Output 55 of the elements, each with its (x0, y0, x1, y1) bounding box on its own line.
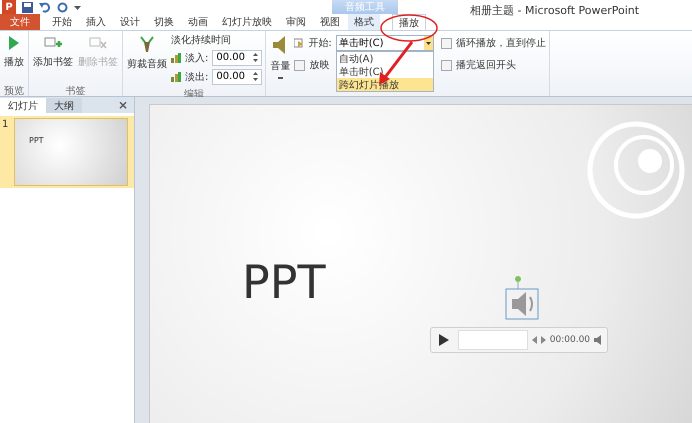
start-dropdown[interactable]: 单击时(C) (336, 35, 434, 51)
redo-icon[interactable] (57, 2, 68, 12)
ribbon-tab[interactable]: 动画 (182, 14, 214, 30)
group-label: 书签 (64, 84, 86, 96)
undo-icon[interactable] (39, 2, 51, 12)
play-icon (8, 35, 20, 51)
ribbon-tab[interactable]: 格式 (348, 14, 380, 30)
customize-caret-icon[interactable] (74, 4, 81, 10)
ribbon-tab[interactable]: 开始 (46, 14, 78, 30)
ribbon-tab[interactable]: 播放 (392, 14, 426, 30)
ribbon-tab[interactable]: 文件 (0, 14, 40, 30)
checkbox[interactable] (440, 60, 452, 70)
slide-number: 1 (1, 118, 10, 132)
ribbon-tab[interactable]: 审阅 (280, 14, 312, 30)
slide-title: PPT (242, 255, 326, 309)
fade-icon (171, 52, 181, 62)
remove-bookmark-icon (89, 35, 107, 51)
checkbox-label: 播完返回开头 (456, 58, 516, 72)
fade-duration-label: 淡化持续时间 (171, 34, 232, 47)
save-icon[interactable] (22, 2, 33, 12)
fade-spinner[interactable]: 00.00 (212, 68, 262, 84)
fade-label: 淡入: (185, 52, 208, 64)
volume-button[interactable]: 音量 (269, 33, 292, 94)
ribbon-tab[interactable]: 视图 (314, 14, 346, 30)
fade-label: 淡出: (185, 70, 208, 84)
panel-tab[interactable]: 幻灯片 (0, 98, 46, 113)
ribbon-tab[interactable]: 插入 (80, 14, 112, 30)
start-label: 开始: (308, 37, 332, 50)
ribbon-tab[interactable]: 幻灯片放映 (216, 14, 278, 30)
time-display: 00:00.00 (550, 335, 590, 345)
slide-thumbnail-row[interactable]: 1 PPT (0, 116, 134, 188)
thumbnail-title: PPT (29, 136, 44, 145)
ribbon-tab[interactable]: 切换 (148, 14, 180, 30)
slide-thumbnail[interactable]: PPT (14, 118, 128, 186)
play-icon (438, 334, 449, 346)
fade-icon (171, 72, 181, 82)
checkbox-label: 循环播放，直到停止 (456, 36, 546, 50)
contextual-tab-group: 音频工具 (332, 0, 398, 14)
group-label: 预览 (3, 85, 25, 96)
panel-tab[interactable]: 大纲 (46, 98, 82, 113)
checkbox[interactable] (440, 38, 452, 48)
fade-spinner[interactable]: 00.00 (212, 50, 262, 66)
trim-audio-button[interactable]: 剪裁音频 (126, 33, 168, 85)
start-icon (294, 38, 304, 48)
checkbox[interactable] (294, 60, 306, 70)
skip-icon[interactable] (532, 336, 546, 344)
app-logo: P (2, 0, 16, 14)
volume-icon[interactable] (594, 335, 604, 345)
ribbon-tab[interactable]: 设计 (114, 14, 146, 30)
play-button[interactable]: 播放 (3, 33, 25, 82)
trim-audio-icon (138, 35, 156, 53)
close-button[interactable]: × (112, 97, 134, 113)
window-title: 相册主题 - Microsoft PowerPoint (470, 3, 640, 18)
bookmark-button[interactable]: 添加书签 (32, 33, 74, 82)
checkbox-label: 放映 (309, 58, 330, 72)
